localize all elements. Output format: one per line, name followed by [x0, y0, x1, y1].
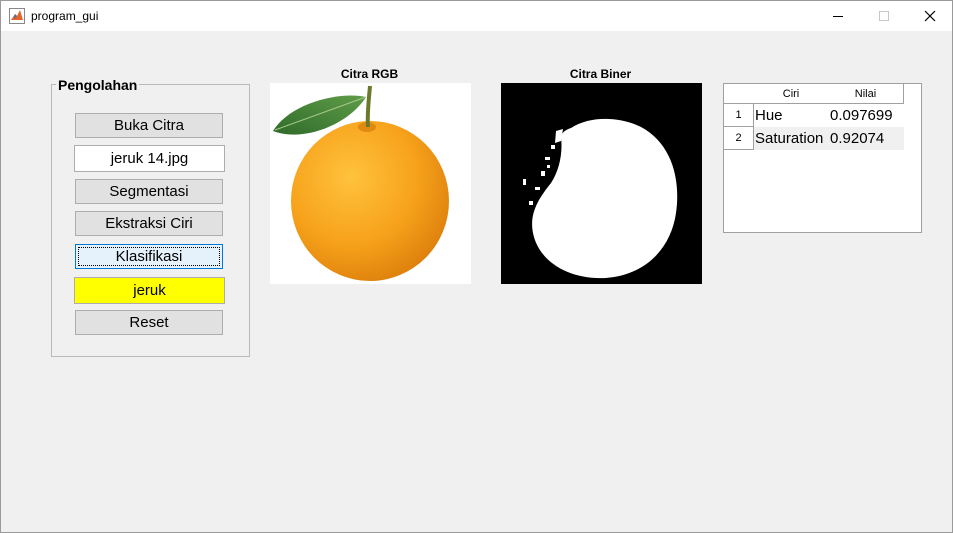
- feature-table[interactable]: Ciri Nilai 1 Hue 0.097699 2 Saturation 0…: [723, 83, 922, 233]
- classification-button[interactable]: Klasifikasi: [75, 244, 223, 269]
- matlab-icon: [9, 8, 25, 24]
- minimize-icon: [833, 16, 843, 17]
- column-header-ciri[interactable]: Ciri: [754, 84, 829, 104]
- row-header-1[interactable]: 1: [724, 104, 754, 127]
- window-title: program_gui: [31, 9, 99, 23]
- filename-field[interactable]: jeruk 14.jpg: [74, 145, 225, 172]
- table-cell-nilai-2[interactable]: 0.92074: [829, 127, 904, 150]
- table-cell-ciri-2[interactable]: Saturation: [754, 127, 829, 150]
- open-image-button[interactable]: Buka Citra: [75, 113, 223, 138]
- classification-result: jeruk: [74, 277, 225, 304]
- row-header-2[interactable]: 2: [724, 127, 754, 150]
- table-cell-nilai-1[interactable]: 0.097699: [829, 104, 904, 127]
- maximize-button[interactable]: [861, 1, 907, 31]
- binary-image: [501, 83, 702, 284]
- segmentation-button[interactable]: Segmentasi: [75, 179, 223, 204]
- maximize-icon: [879, 11, 889, 21]
- table-corner-header: [724, 84, 755, 104]
- rgb-axes-title: Citra RGB: [340, 67, 399, 81]
- table-cell-ciri-1[interactable]: Hue: [754, 104, 829, 127]
- title-bar[interactable]: program_gui: [1, 1, 952, 31]
- reset-button[interactable]: Reset: [75, 310, 223, 335]
- rgb-image: [270, 83, 471, 284]
- feature-extraction-button[interactable]: Ekstraksi Ciri: [75, 211, 223, 236]
- panel-title: Pengolahan: [56, 77, 140, 93]
- binary-axes-title: Citra Biner: [569, 67, 632, 81]
- app-window: program_gui Pengolahan Buka Citra jeruk …: [0, 0, 953, 533]
- minimize-button[interactable]: [815, 1, 861, 31]
- column-header-nilai[interactable]: Nilai: [828, 84, 904, 104]
- close-button[interactable]: [907, 1, 953, 31]
- close-icon: [924, 10, 936, 22]
